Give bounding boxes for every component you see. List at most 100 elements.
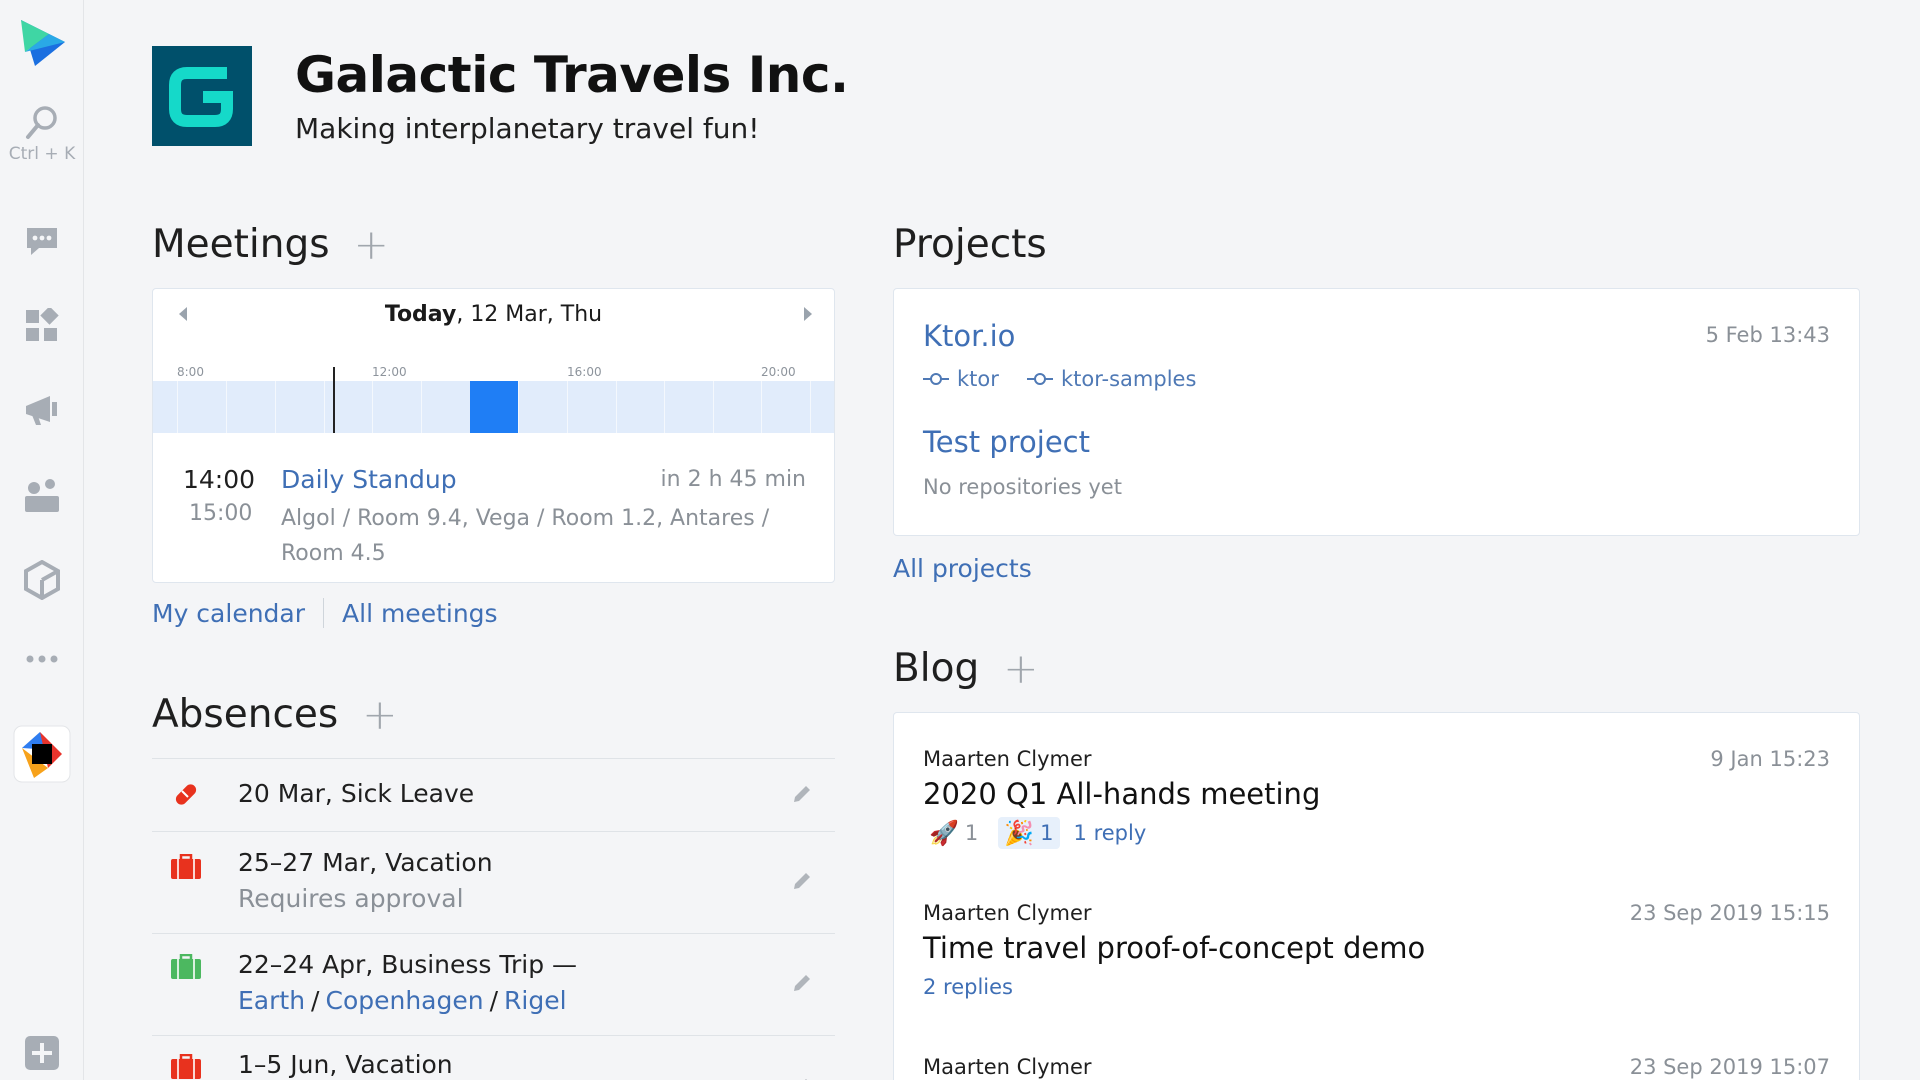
meetings-section-title: Meetings + xyxy=(152,222,389,267)
absence-list: 20 Mar, Sick Leave 25–27 Mar, Vacation R… xyxy=(152,758,835,1080)
post-replies-link[interactable]: 2 replies xyxy=(923,975,1013,999)
search-button[interactable]: Ctrl + K xyxy=(0,104,84,164)
meetings-heading: Meetings xyxy=(152,222,330,267)
project-empty-note: No repositories yet xyxy=(923,475,1122,499)
reaction-rocket[interactable]: 🚀 1 xyxy=(923,817,984,849)
absence-label: 20 Mar, Sick Leave xyxy=(238,779,475,808)
my-calendar-link[interactable]: My calendar xyxy=(152,599,305,628)
company-logo xyxy=(152,46,252,146)
search-shortcut-hint: Ctrl + K xyxy=(8,144,76,164)
meetings-links: My calendar All meetings xyxy=(152,598,498,628)
timeline-label: 12:00 xyxy=(372,365,407,379)
package-icon xyxy=(24,560,60,600)
team-icon xyxy=(25,479,59,512)
blog-section-title: Blog + xyxy=(893,646,1038,691)
plus-square-icon xyxy=(25,1036,59,1070)
suitcase-icon xyxy=(170,853,202,884)
add-absence-button[interactable]: + xyxy=(362,693,397,736)
rail-team[interactable] xyxy=(0,476,84,514)
calendar-next-day-icon[interactable] xyxy=(804,307,812,321)
edit-pencil-icon[interactable] xyxy=(791,1076,813,1080)
all-meetings-link[interactable]: All meetings xyxy=(342,599,498,628)
absence-row[interactable]: 20 Mar, Sick Leave xyxy=(152,759,835,832)
add-blog-post-button[interactable]: + xyxy=(1003,647,1038,690)
meetings-card: Today , 12 Mar, Thu 8:00 12:00 16:00 20:… xyxy=(152,288,835,583)
repo-link[interactable]: ktor xyxy=(923,367,999,391)
all-projects-link[interactable]: All projects xyxy=(893,554,1032,583)
post-title-link[interactable]: Time travel proof-of-concept demo xyxy=(923,931,1425,965)
app-logo[interactable] xyxy=(0,16,84,70)
calendar-prev-day-icon[interactable] xyxy=(179,307,187,321)
edit-pencil-icon[interactable] xyxy=(791,972,813,998)
absence-label: 25–27 Mar, Vacation xyxy=(238,848,493,877)
reaction-count: 1 xyxy=(964,821,979,845)
calendar-date-label: , 12 Mar, Thu xyxy=(456,301,603,327)
edit-pencil-icon[interactable] xyxy=(791,870,813,896)
post-date: 9 Jan 15:23 xyxy=(1710,747,1830,771)
post-date: 23 Sep 2019 15:07 xyxy=(1629,1055,1830,1079)
chat-icon xyxy=(27,228,57,255)
projects-section-title: Projects xyxy=(893,222,1047,267)
projects-card: Ktor.io 5 Feb 13:43 ktor ktor-samples Te… xyxy=(893,288,1860,536)
suitcase-icon xyxy=(170,953,202,984)
day-timeline[interactable] xyxy=(153,367,834,433)
left-rail: Ctrl + K xyxy=(0,0,84,1080)
post-replies-link[interactable]: 1 reply xyxy=(1074,821,1147,845)
pill-icon xyxy=(170,779,200,813)
rail-announcements[interactable] xyxy=(0,392,84,428)
blog-heading: Blog xyxy=(893,646,980,691)
absences-heading: Absences xyxy=(152,692,339,737)
post-title-link[interactable]: 2020 Q1 All-hands meeting xyxy=(923,777,1320,811)
absences-section-title: Absences + xyxy=(152,692,397,737)
post-author: Maarten Clymer xyxy=(923,901,1092,925)
rail-jetbrains-app[interactable] xyxy=(0,724,84,784)
suitcase-icon xyxy=(170,1053,202,1080)
timeline-label: 16:00 xyxy=(567,365,602,379)
blog-card: Maarten Clymer 9 Jan 15:23 2020 Q1 All-h… xyxy=(893,712,1860,1080)
post-author: Maarten Clymer xyxy=(923,747,1092,771)
absence-row[interactable]: 25–27 Mar, Vacation Requires approval xyxy=(152,832,835,934)
search-icon xyxy=(26,106,57,139)
edit-pencil-icon[interactable] xyxy=(791,783,813,809)
meeting-rooms: Algol / Room 9.4, Vega / Room 1.2, Antar… xyxy=(281,506,770,566)
location-link-copenhagen[interactable]: Copenhagen xyxy=(325,986,483,1015)
timeline-current-time-marker xyxy=(333,367,335,433)
rail-chats[interactable] xyxy=(0,224,84,258)
absence-locations: Earth / Copenhagen / Rigel xyxy=(238,986,567,1015)
add-meeting-button[interactable]: + xyxy=(354,223,389,266)
commit-icon xyxy=(1027,373,1053,385)
reaction-count: 1 xyxy=(1040,821,1054,845)
company-logo-icon xyxy=(169,67,233,127)
repo-name: ktor xyxy=(957,367,999,391)
space-logo-icon xyxy=(21,20,65,66)
projects-heading: Projects xyxy=(893,222,1047,267)
post-author: Maarten Clymer xyxy=(923,1055,1092,1079)
location-link-rigel[interactable]: Rigel xyxy=(504,986,567,1015)
rail-add[interactable] xyxy=(0,1034,84,1072)
absence-label: 1–5 Jun, Vacation xyxy=(238,1050,453,1079)
location-link-earth[interactable]: Earth xyxy=(238,986,305,1015)
rail-more[interactable] xyxy=(0,654,84,664)
project-name-link[interactable]: Test project xyxy=(923,425,1090,459)
rocket-icon: 🚀 xyxy=(929,819,959,847)
commit-icon xyxy=(923,373,949,385)
rail-dashboard[interactable] xyxy=(0,308,84,344)
absence-row[interactable]: 22–24 Apr, Business Trip — Earth / Copenha… xyxy=(152,934,835,1036)
timeline-label: 8:00 xyxy=(177,365,204,379)
meeting-end-time: 15:00 xyxy=(189,501,253,526)
absence-row[interactable]: 1–5 Jun, Vacation xyxy=(152,1036,835,1080)
reaction-party[interactable]: 🎉 1 xyxy=(998,817,1060,849)
rail-packages[interactable] xyxy=(0,560,84,600)
meeting-title-link[interactable]: Daily Standup xyxy=(281,465,457,494)
jetbrains-icon xyxy=(13,725,71,783)
calendar-today-label: Today xyxy=(384,301,457,327)
meeting-relative-time: in 2 h 45 min xyxy=(660,467,806,492)
timeline-meeting-block[interactable] xyxy=(470,381,518,433)
repo-link[interactable]: ktor-samples xyxy=(1027,367,1196,391)
project-name-link[interactable]: Ktor.io xyxy=(923,319,1015,353)
company-tagline: Making interplanetary travel fun! xyxy=(295,112,760,145)
more-icon xyxy=(26,655,58,663)
absence-status: Requires approval xyxy=(238,884,464,913)
party-popper-icon: 🎉 xyxy=(1004,819,1035,847)
absence-label: 22–24 Apr, Business Trip — xyxy=(238,950,578,979)
